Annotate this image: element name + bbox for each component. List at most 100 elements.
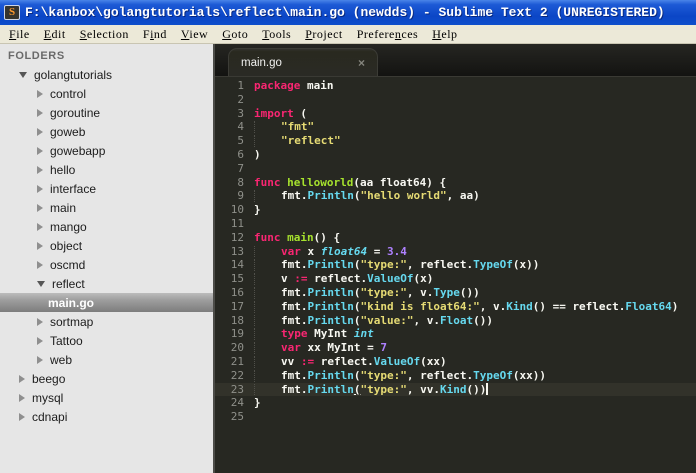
indent-guide	[254, 383, 281, 397]
code-line[interactable]: 6)	[215, 148, 696, 162]
code-line[interactable]: 24}	[215, 396, 696, 410]
code-line[interactable]: 13 var x float64 = 3.4	[215, 245, 696, 259]
disclosure-collapsed-icon[interactable]	[37, 355, 43, 364]
code-line[interactable]: 20 var xx MyInt = 7	[215, 341, 696, 355]
gutter-gap	[244, 203, 254, 217]
code-line[interactable]: 12 func main() {	[215, 231, 696, 245]
sidebar-item-web[interactable]: web	[0, 350, 213, 369]
disclosure-collapsed-icon[interactable]	[37, 108, 43, 117]
sidebar-item-interface[interactable]: interface	[0, 179, 213, 198]
disclosure-expanded-icon[interactable]	[19, 71, 27, 78]
code-line[interactable]: 11	[215, 217, 696, 231]
menu-item-project[interactable]: Project	[298, 26, 350, 43]
disclosure-collapsed-icon[interactable]	[19, 374, 25, 383]
menu-item-help[interactable]: Help	[425, 26, 464, 43]
disclosure-collapsed-icon[interactable]	[37, 317, 43, 326]
code-token: x	[300, 244, 321, 258]
disclosure-collapsed-icon[interactable]	[37, 336, 43, 345]
code-token: "fmt"	[281, 120, 315, 134]
sidebar-item-oscmd[interactable]: oscmd	[0, 255, 213, 274]
code-line[interactable]: 19 type MyInt int	[215, 327, 696, 341]
menu-item-goto[interactable]: Goto	[215, 26, 255, 43]
line-number: 14	[230, 258, 244, 272]
disclosure-collapsed-icon[interactable]	[37, 241, 43, 250]
code-line[interactable]: 22 fmt. Println("type:", reflect. TypeOf (xx…	[215, 369, 696, 383]
sidebar-item-label: mango	[50, 219, 87, 234]
sidebar-item-main[interactable]: main	[0, 198, 213, 217]
indent-guide	[254, 272, 281, 286]
sidebar-item-mango[interactable]: mango	[0, 217, 213, 236]
sidebar-item-object[interactable]: object	[0, 236, 213, 255]
code-line[interactable]: 16 fmt. Println("type:", v. Type())	[215, 286, 696, 300]
sidebar-item-beego[interactable]: beego	[0, 369, 213, 388]
sidebar-item-goroutine[interactable]: goroutine	[0, 103, 213, 122]
disclosure-collapsed-icon[interactable]	[19, 393, 25, 402]
code-line[interactable]: 4 "fmt"	[215, 120, 696, 134]
code-line[interactable]: 21 vv := reflect. ValueOf (xx)	[215, 355, 696, 369]
code-line[interactable]: 5 "reflect"	[215, 134, 696, 148]
code-line[interactable]: 7	[215, 162, 696, 176]
code-line[interactable]: 1 package main	[215, 79, 696, 93]
code-line[interactable]: 25	[215, 410, 696, 424]
editor-pane: main.go × 1 package main 2 3 import (4 "fmt" 5…	[215, 44, 696, 473]
code-token: (x))	[512, 258, 540, 272]
code-line[interactable]: 3 import (	[215, 107, 696, 121]
code-token: )	[671, 299, 679, 313]
disclosure-collapsed-icon[interactable]	[37, 203, 43, 212]
code-area[interactable]: 1 package main 2 3 import (4 "fmt" 5 "reflect" 6…	[215, 77, 696, 473]
menu-item-selection[interactable]: Selection	[73, 26, 136, 43]
app-icon[interactable]: S	[4, 5, 20, 20]
gutter-gap	[244, 410, 254, 424]
code-line[interactable]: 23 fmt. Println("type:", vv. Kind())	[215, 382, 696, 397]
menu-item-file[interactable]: File	[2, 26, 37, 43]
code-line[interactable]: 14 fmt. Println("type:", reflect. TypeOf (x)…	[215, 258, 696, 272]
code-line[interactable]: 15 v := reflect. ValueOf (x)	[215, 272, 696, 286]
sidebar-item-cdnapi[interactable]: cdnapi	[0, 407, 213, 426]
line-number: 5	[237, 134, 244, 148]
menu-item-preferences[interactable]: Preferences	[350, 26, 425, 43]
menu-item-find[interactable]: Find	[136, 26, 174, 43]
tab-close-icon[interactable]: ×	[358, 56, 365, 70]
sidebar-item-reflect[interactable]: reflect	[0, 274, 213, 293]
disclosure-collapsed-icon[interactable]	[37, 89, 43, 98]
menu-item-view[interactable]: View	[174, 26, 215, 43]
disclosure-collapsed-icon[interactable]	[37, 165, 43, 174]
code-token: , reflect.	[406, 258, 474, 272]
title-bar[interactable]: S F:\kanbox\golangtutorials\reflect\main…	[0, 0, 696, 25]
disclosure-collapsed-icon[interactable]	[37, 184, 43, 193]
sidebar-item-hello[interactable]: hello	[0, 160, 213, 179]
sidebar-item-tattoo[interactable]: Tattoo	[0, 331, 213, 350]
disclosure-collapsed-icon[interactable]	[37, 260, 43, 269]
tab-main-go[interactable]: main.go ×	[228, 48, 378, 76]
disclosure-collapsed-icon[interactable]	[37, 222, 43, 231]
code-line[interactable]: 9 fmt. Println("hello world", aa)	[215, 189, 696, 203]
menu-item-edit[interactable]: Edit	[37, 26, 73, 43]
code-line[interactable]: 8 func helloworld (aa float64) {	[215, 176, 696, 190]
sidebar-item-main-go[interactable]: main.go	[0, 293, 213, 312]
sidebar-item-golangtutorials[interactable]: golangtutorials	[0, 65, 213, 84]
sidebar-item-sortmap[interactable]: sortmap	[0, 312, 213, 331]
code-token: Kind	[439, 382, 467, 396]
code-token: fmt.	[281, 382, 308, 396]
code-line[interactable]: 10}	[215, 203, 696, 217]
disclosure-collapsed-icon[interactable]	[19, 412, 25, 421]
sidebar-item-gowebapp[interactable]: gowebapp	[0, 141, 213, 160]
code-token: }	[254, 203, 261, 217]
code-line[interactable]: 2	[215, 93, 696, 107]
disclosure-collapsed-icon[interactable]	[37, 127, 43, 136]
disclosure-collapsed-icon[interactable]	[37, 146, 43, 155]
code-token: (	[353, 258, 361, 272]
disclosure-expanded-icon[interactable]	[37, 280, 45, 287]
menu-item-tools[interactable]: Tools	[255, 26, 298, 43]
line-number: 17	[230, 299, 244, 313]
gutter-gap	[244, 162, 254, 176]
sidebar-item-control[interactable]: control	[0, 84, 213, 103]
sidebar-item-mysql[interactable]: mysql	[0, 388, 213, 407]
line-number: 3	[237, 106, 244, 120]
code-line[interactable]: 18 fmt. Println("value:", v. Float())	[215, 314, 696, 328]
code-token: Println	[307, 258, 354, 272]
code-token: (	[353, 313, 361, 327]
code-line[interactable]: 17 fmt. Println("kind is float64:", v. Kind…	[215, 300, 696, 314]
sidebar-item-goweb[interactable]: goweb	[0, 122, 213, 141]
